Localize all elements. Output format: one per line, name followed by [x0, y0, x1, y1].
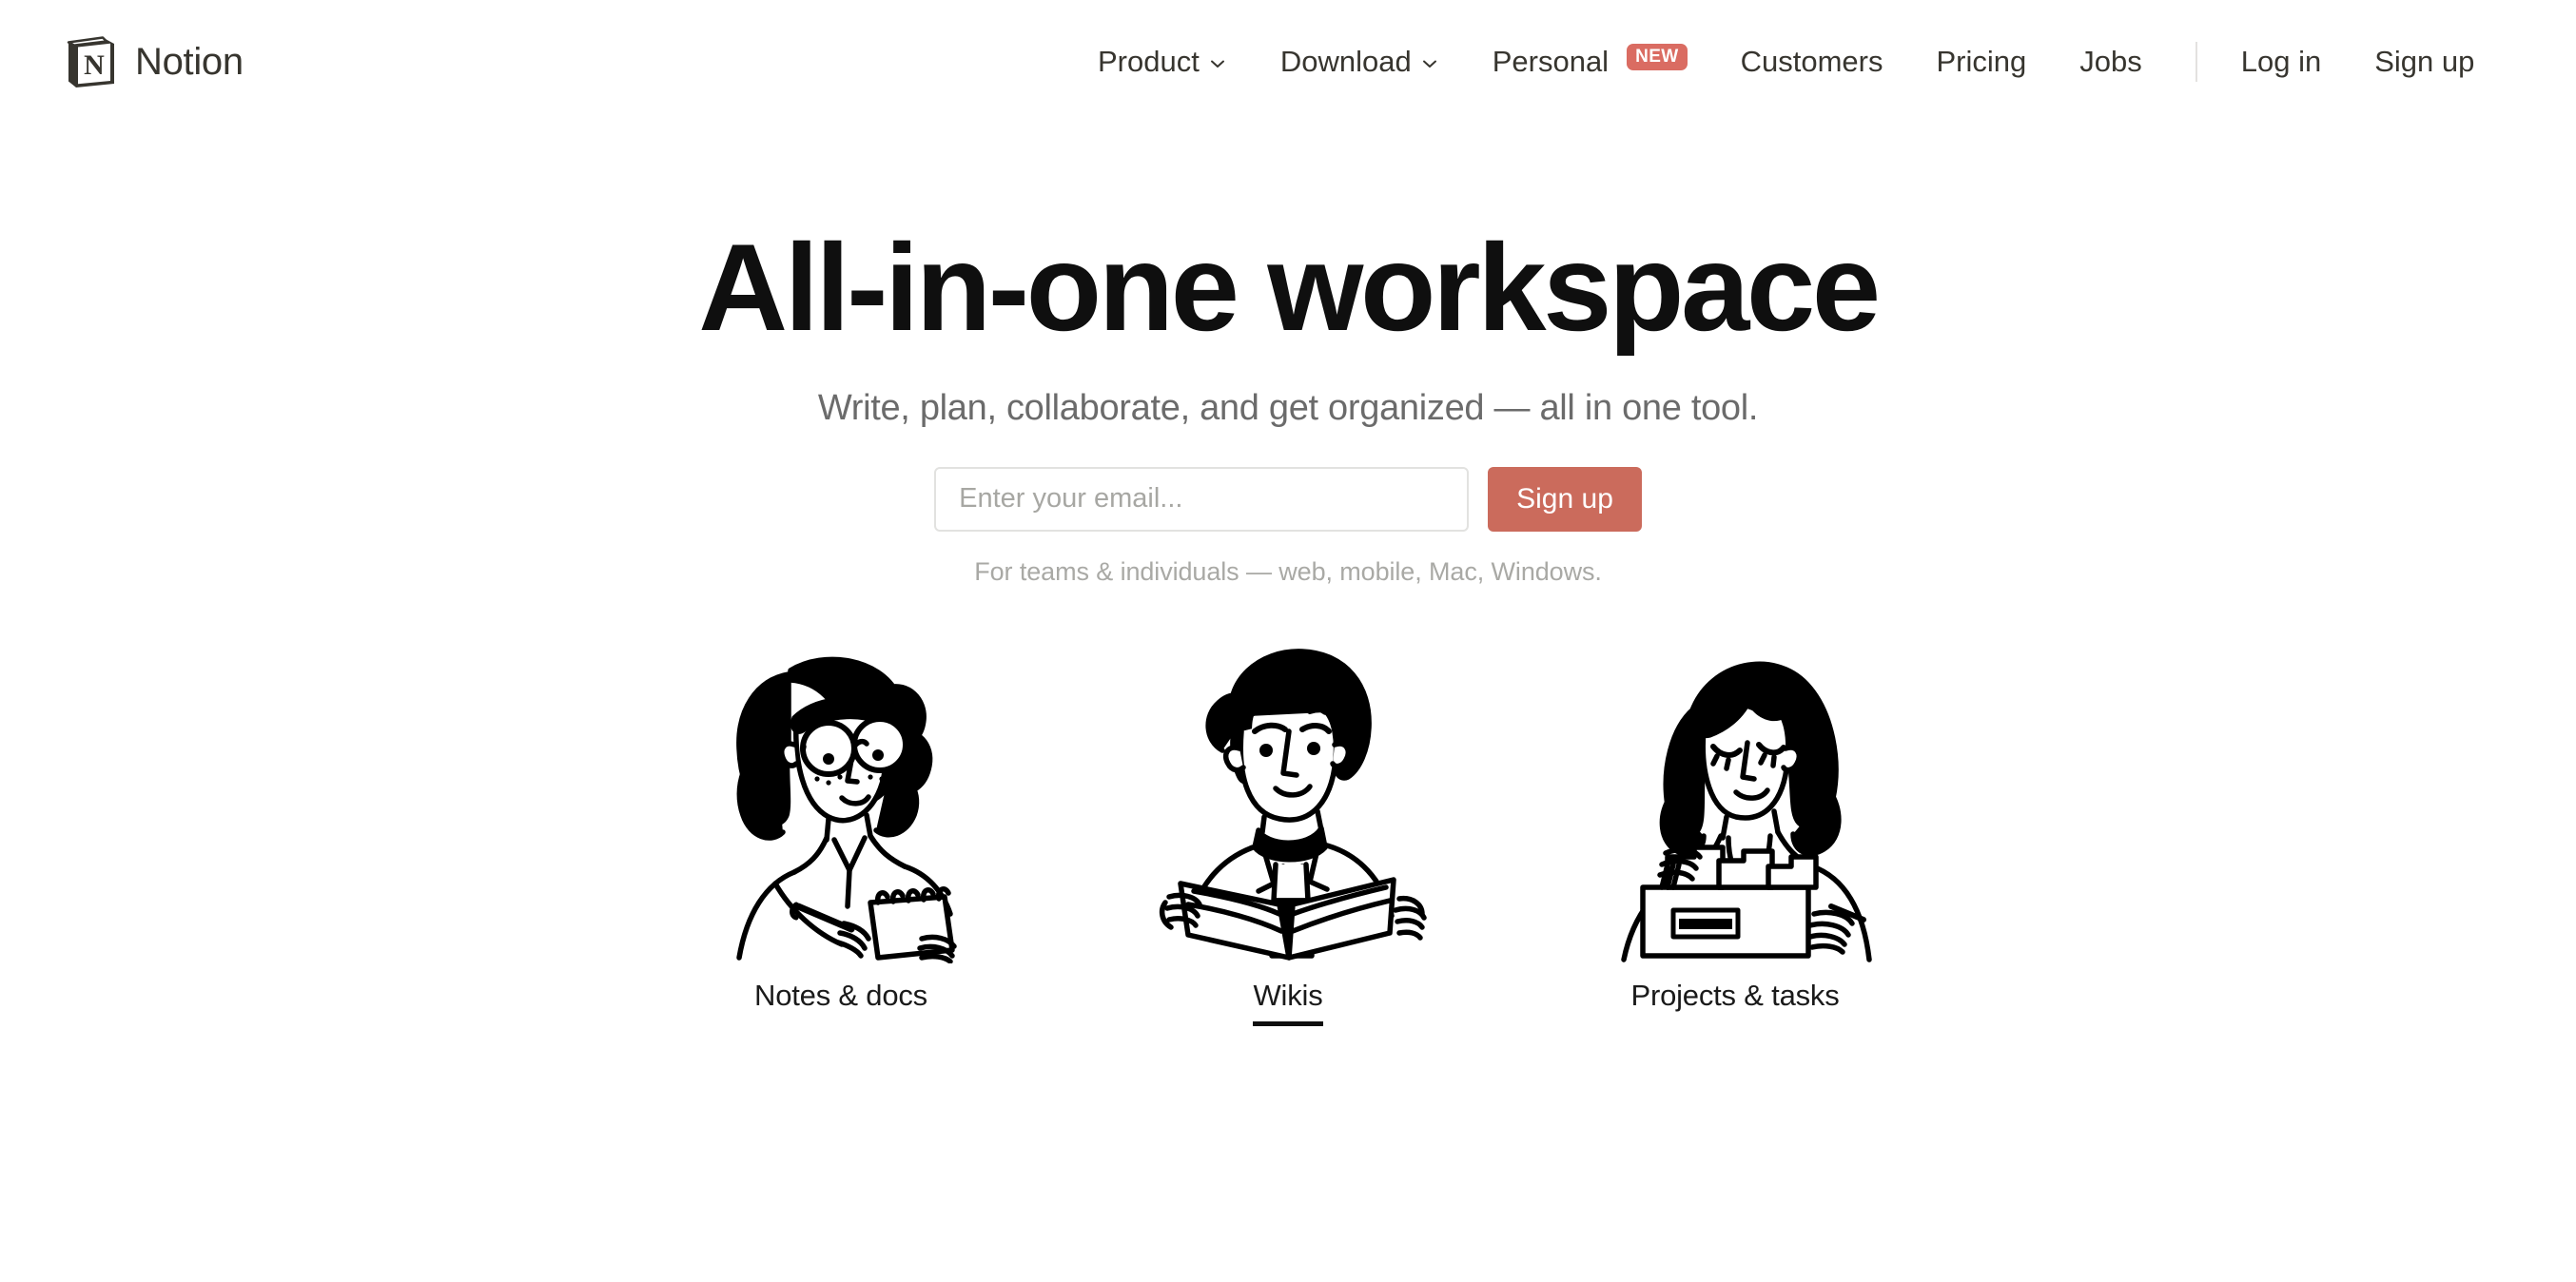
- brand-name: Notion: [135, 41, 244, 83]
- main-navigation: Product Download Personal NEW Customers …: [1098, 0, 2474, 124]
- nav-item-label: Product: [1098, 45, 1200, 78]
- email-field[interactable]: [934, 466, 1470, 532]
- nav-item-pricing[interactable]: Pricing: [1936, 35, 2026, 88]
- nav-item-customers[interactable]: Customers: [1741, 35, 1883, 88]
- person-writing-notepad-illustration: [684, 629, 998, 963]
- nav-login-link[interactable]: Log in: [2241, 35, 2321, 88]
- chevron-down-icon: [1208, 51, 1227, 73]
- feature-tabs: Notes & docs Wikis Projects & tasks: [0, 629, 2576, 1026]
- nav-item-label: Customers: [1740, 45, 1883, 78]
- nav-item-label: Personal: [1492, 45, 1610, 78]
- nav-item-jobs[interactable]: Jobs: [2079, 35, 2141, 88]
- feature-tab-label: Projects & tasks: [1630, 978, 1840, 1012]
- feature-tab-notes-docs[interactable]: Notes & docs: [684, 629, 998, 1026]
- hero-subtitle: Write, plan, collaborate, and get organi…: [817, 387, 1759, 428]
- brand-logo-link[interactable]: N Notion: [65, 34, 244, 89]
- chevron-down-icon: [1420, 51, 1439, 73]
- email-signup-form: Sign up: [0, 466, 2576, 532]
- hero-section: All-in-one workspace Write, plan, collab…: [0, 124, 2576, 1026]
- new-badge: NEW: [1627, 44, 1688, 70]
- signup-button[interactable]: Sign up: [1488, 466, 1642, 532]
- nav-divider: [2195, 42, 2197, 82]
- feature-tab-projects-tasks[interactable]: Projects & tasks: [1578, 629, 1892, 1026]
- nav-item-label: Log in: [2240, 45, 2322, 78]
- notion-logo-icon: N: [65, 34, 118, 89]
- svg-text:N: N: [84, 49, 105, 81]
- nav-signup-link[interactable]: Sign up: [2374, 35, 2474, 88]
- feature-tab-label: Notes & docs: [754, 978, 927, 1012]
- feature-tab-wikis[interactable]: Wikis: [1131, 629, 1445, 1026]
- nav-item-personal[interactable]: Personal NEW: [1493, 35, 1688, 88]
- person-organizing-files-illustration: [1578, 629, 1892, 963]
- nav-item-label: Download: [1279, 45, 1412, 78]
- site-header: N Notion Product Download Personal NEW C…: [0, 0, 2576, 124]
- feature-tab-label: Wikis: [1253, 979, 1323, 1026]
- nav-item-label: Jobs: [2079, 45, 2142, 78]
- nav-item-label: Sign up: [2374, 45, 2475, 78]
- hero-note: For teams & individuals — web, mobile, M…: [974, 556, 1602, 586]
- page-title: All-in-one workspace: [698, 218, 1881, 357]
- nav-item-download[interactable]: Download: [1280, 35, 1439, 88]
- person-reading-book-illustration: [1131, 629, 1445, 963]
- nav-item-product[interactable]: Product: [1098, 35, 1227, 88]
- nav-item-label: Pricing: [1936, 45, 2027, 78]
